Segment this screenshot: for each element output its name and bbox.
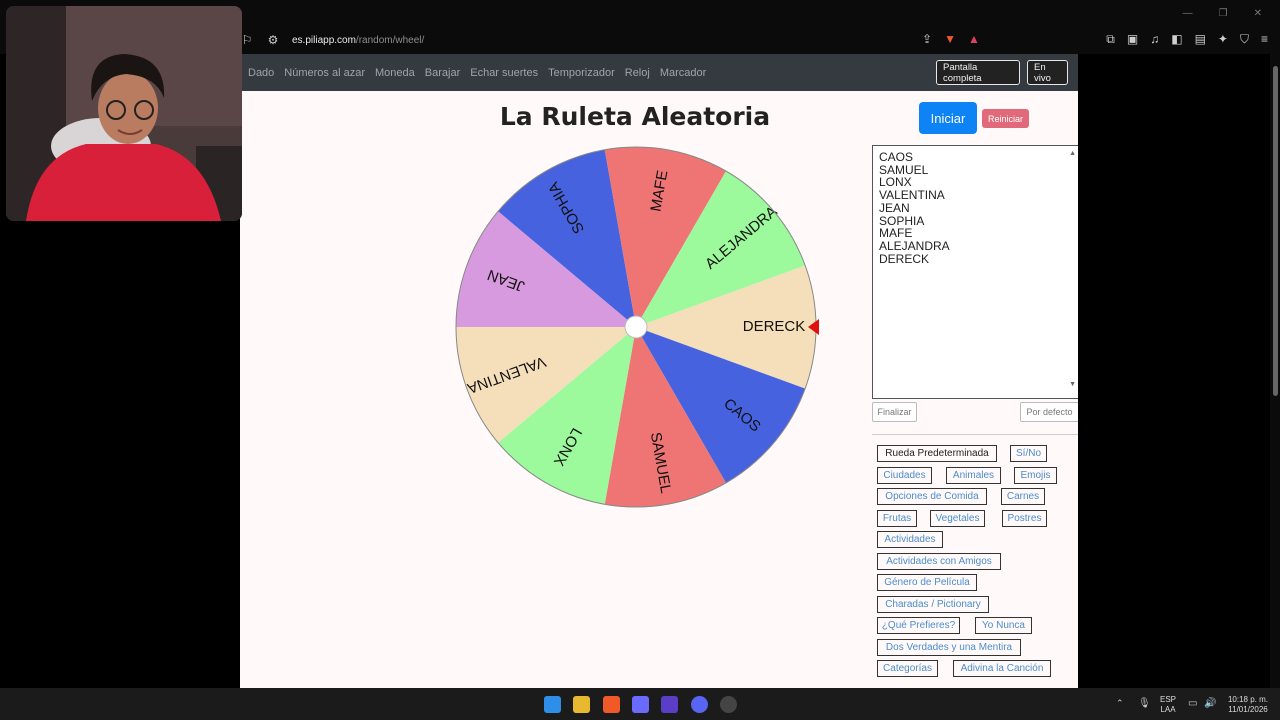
network-icon[interactable]: ▭ [1188,698,1197,709]
url-text[interactable]: es.piliapp.com/random/wheel/ [292,35,424,46]
preset-button[interactable]: Vegetales [930,509,985,527]
preset-button[interactable]: Género de Película [877,574,977,591]
entry-line: DERECK [879,251,930,266]
nav-link[interactable]: Barajar [425,67,460,79]
default-button[interactable]: Por defecto [1020,402,1078,422]
address-bar[interactable]: ⚐ ⚙ es.piliapp.com/random/wheel/ [240,28,425,52]
share-icon[interactable]: ⇪ [922,32,932,46]
site-settings-icon[interactable]: ⚙ [266,33,280,47]
browser-extension-icons: ⧉ ▣ ♫ ◧ ▤ ✦ ⛉ ≡ [1106,32,1268,47]
wheel-segment-label: DERECK [743,318,806,335]
entry-line: ALEJANDRA [879,238,950,253]
preset-button[interactable]: Ciudades [877,466,932,484]
nav-link[interactable]: Dado [248,67,274,79]
restore-icon[interactable]: ❐ [1219,8,1228,19]
taskbar: ⌃ 🎙 ▭ 🔊 [0,688,1280,720]
site-navbar: Dado Números al azar Moneda Barajar Echar su… [240,54,1078,91]
wheel-hub [624,315,648,339]
nav-link[interactable]: Reloj [625,67,650,79]
music-icon[interactable]: ♫ [1150,32,1159,47]
address-icons: ⇪ ▼ ▲ [922,32,980,46]
page-title: La Ruleta Aleatoria [499,102,771,131]
scroll-down-icon[interactable]: ▼ [1069,379,1076,392]
bookmark-icon[interactable]: ⚐ [240,33,254,47]
reset-button[interactable]: Reiniciar [982,109,1029,128]
nav-link[interactable]: Echar suertes [470,67,538,79]
live-button[interactable]: En vivo [1027,60,1068,85]
wheel[interactable]: DERECKCAOSSAMUELLONXVALENTINAJEANSOPHIA M… [453,144,819,510]
preset-button[interactable]: Frutas [877,509,917,527]
preset-button[interactable]: Sí/No [1010,445,1047,462]
extensions-icon[interactable]: ⧉ [1106,32,1115,47]
preset-button[interactable]: Carnes [1001,488,1045,505]
rewards-icon[interactable]: ▲ [968,32,980,46]
file-explorer-icon[interactable] [573,696,590,713]
preset-button[interactable]: Actividades [877,531,943,548]
entries-textarea[interactable]: CAOS SAMUEL LONX VALENTINA JEAN SOPHIA MAFE ALE… [872,145,1078,399]
start-button[interactable]: Iniciar [919,102,977,134]
webcam-person-image [6,6,242,221]
window-controls: — ❐ ✕ [1183,8,1262,19]
reader-icon[interactable]: ▣ [1127,32,1138,47]
url-path: /random/wheel/ [355,34,425,46]
obs-icon[interactable] [720,696,737,713]
divider [872,434,1078,435]
language-indicator[interactable]: ESP LAA [1154,695,1182,715]
clock[interactable]: 10:18 p. m. 11/01/2026 [1222,695,1274,715]
url-domain: es.piliapp.com [292,34,356,46]
close-icon[interactable]: ✕ [1254,8,1262,19]
preset-button[interactable]: Yo Nunca [975,617,1032,634]
store-icon[interactable] [632,696,649,713]
game-icon[interactable] [661,696,678,713]
volume-icon[interactable]: 🔊 [1204,698,1216,709]
preset-button[interactable]: Dos Verdades y una Mentira [877,638,1021,656]
preset-button[interactable]: Animales [946,466,1001,484]
language-top: ESP [1159,695,1176,704]
preset-button[interactable]: Postres [1002,509,1047,527]
discord-icon[interactable] [691,696,708,713]
scroll-up-icon[interactable]: ▲ [1069,148,1076,161]
brave-browser-icon[interactable] [603,696,620,713]
menu-icon[interactable]: ≡ [1261,32,1268,47]
preset-button[interactable]: ¿Qué Prefieres? [877,617,960,634]
preset-button[interactable]: Opciones de Comida [877,488,987,505]
sidebar-icon[interactable]: ◧ [1171,32,1182,47]
page-scrollbar[interactable] [1270,54,1280,688]
web-page: Dado Números al azar Moneda Barajar Echar su… [240,54,1078,688]
microphone-icon[interactable]: 🎙 [1138,698,1151,709]
preset-button[interactable]: Rueda Predeterminada [877,445,997,462]
preset-button[interactable]: Emojis [1014,466,1057,484]
preset-button[interactable]: Actividades con Amigos [877,552,1001,570]
wallet-icon[interactable]: ▤ [1195,32,1206,47]
scrollbar-thumb[interactable] [1273,66,1278,396]
fullscreen-button[interactable]: Pantalla completa [936,60,1020,85]
minimize-icon[interactable]: — [1183,8,1193,19]
preset-button[interactable]: Adivina la Canción [953,660,1051,677]
finish-button[interactable]: Finalizar [872,402,917,422]
preset-button[interactable]: Categorías [877,660,938,677]
entries-list: CAOS SAMUEL LONX VALENTINA JEAN SOPHIA MAFE ALE… [879,151,1072,265]
webcam-overlay [6,6,242,221]
clock-time: 10:18 p. m. [1227,695,1269,704]
nav-link[interactable]: Números al azar [284,67,365,79]
brave-shields-icon[interactable]: ▼ [944,32,956,46]
entry-line: JEAN [879,200,910,215]
nav-link[interactable]: Temporizador [548,67,615,79]
language-bottom: LAA [1160,705,1176,714]
tray-chevron-icon[interactable]: ⌃ [1116,698,1124,709]
nav-link[interactable]: Marcador [660,67,706,79]
nav-link[interactable]: Moneda [375,67,415,79]
vpn-icon[interactable]: ⛉ [1240,32,1249,47]
entry-line: CAOS [879,150,914,164]
start-menu-icon[interactable] [544,696,561,713]
preset-button[interactable]: Charadas / Pictionary [877,595,989,613]
entry-line: VALENTINA [879,188,945,203]
leo-icon[interactable]: ✦ [1218,32,1228,47]
nav-links: Dado Números al azar Moneda Barajar Echar su… [240,67,716,79]
clock-date: 11/01/2026 [1228,705,1268,714]
screen: — ❐ ✕ ⚐ ⚙ es.piliapp.com/random/wheel/ ⇪… [0,0,1280,720]
